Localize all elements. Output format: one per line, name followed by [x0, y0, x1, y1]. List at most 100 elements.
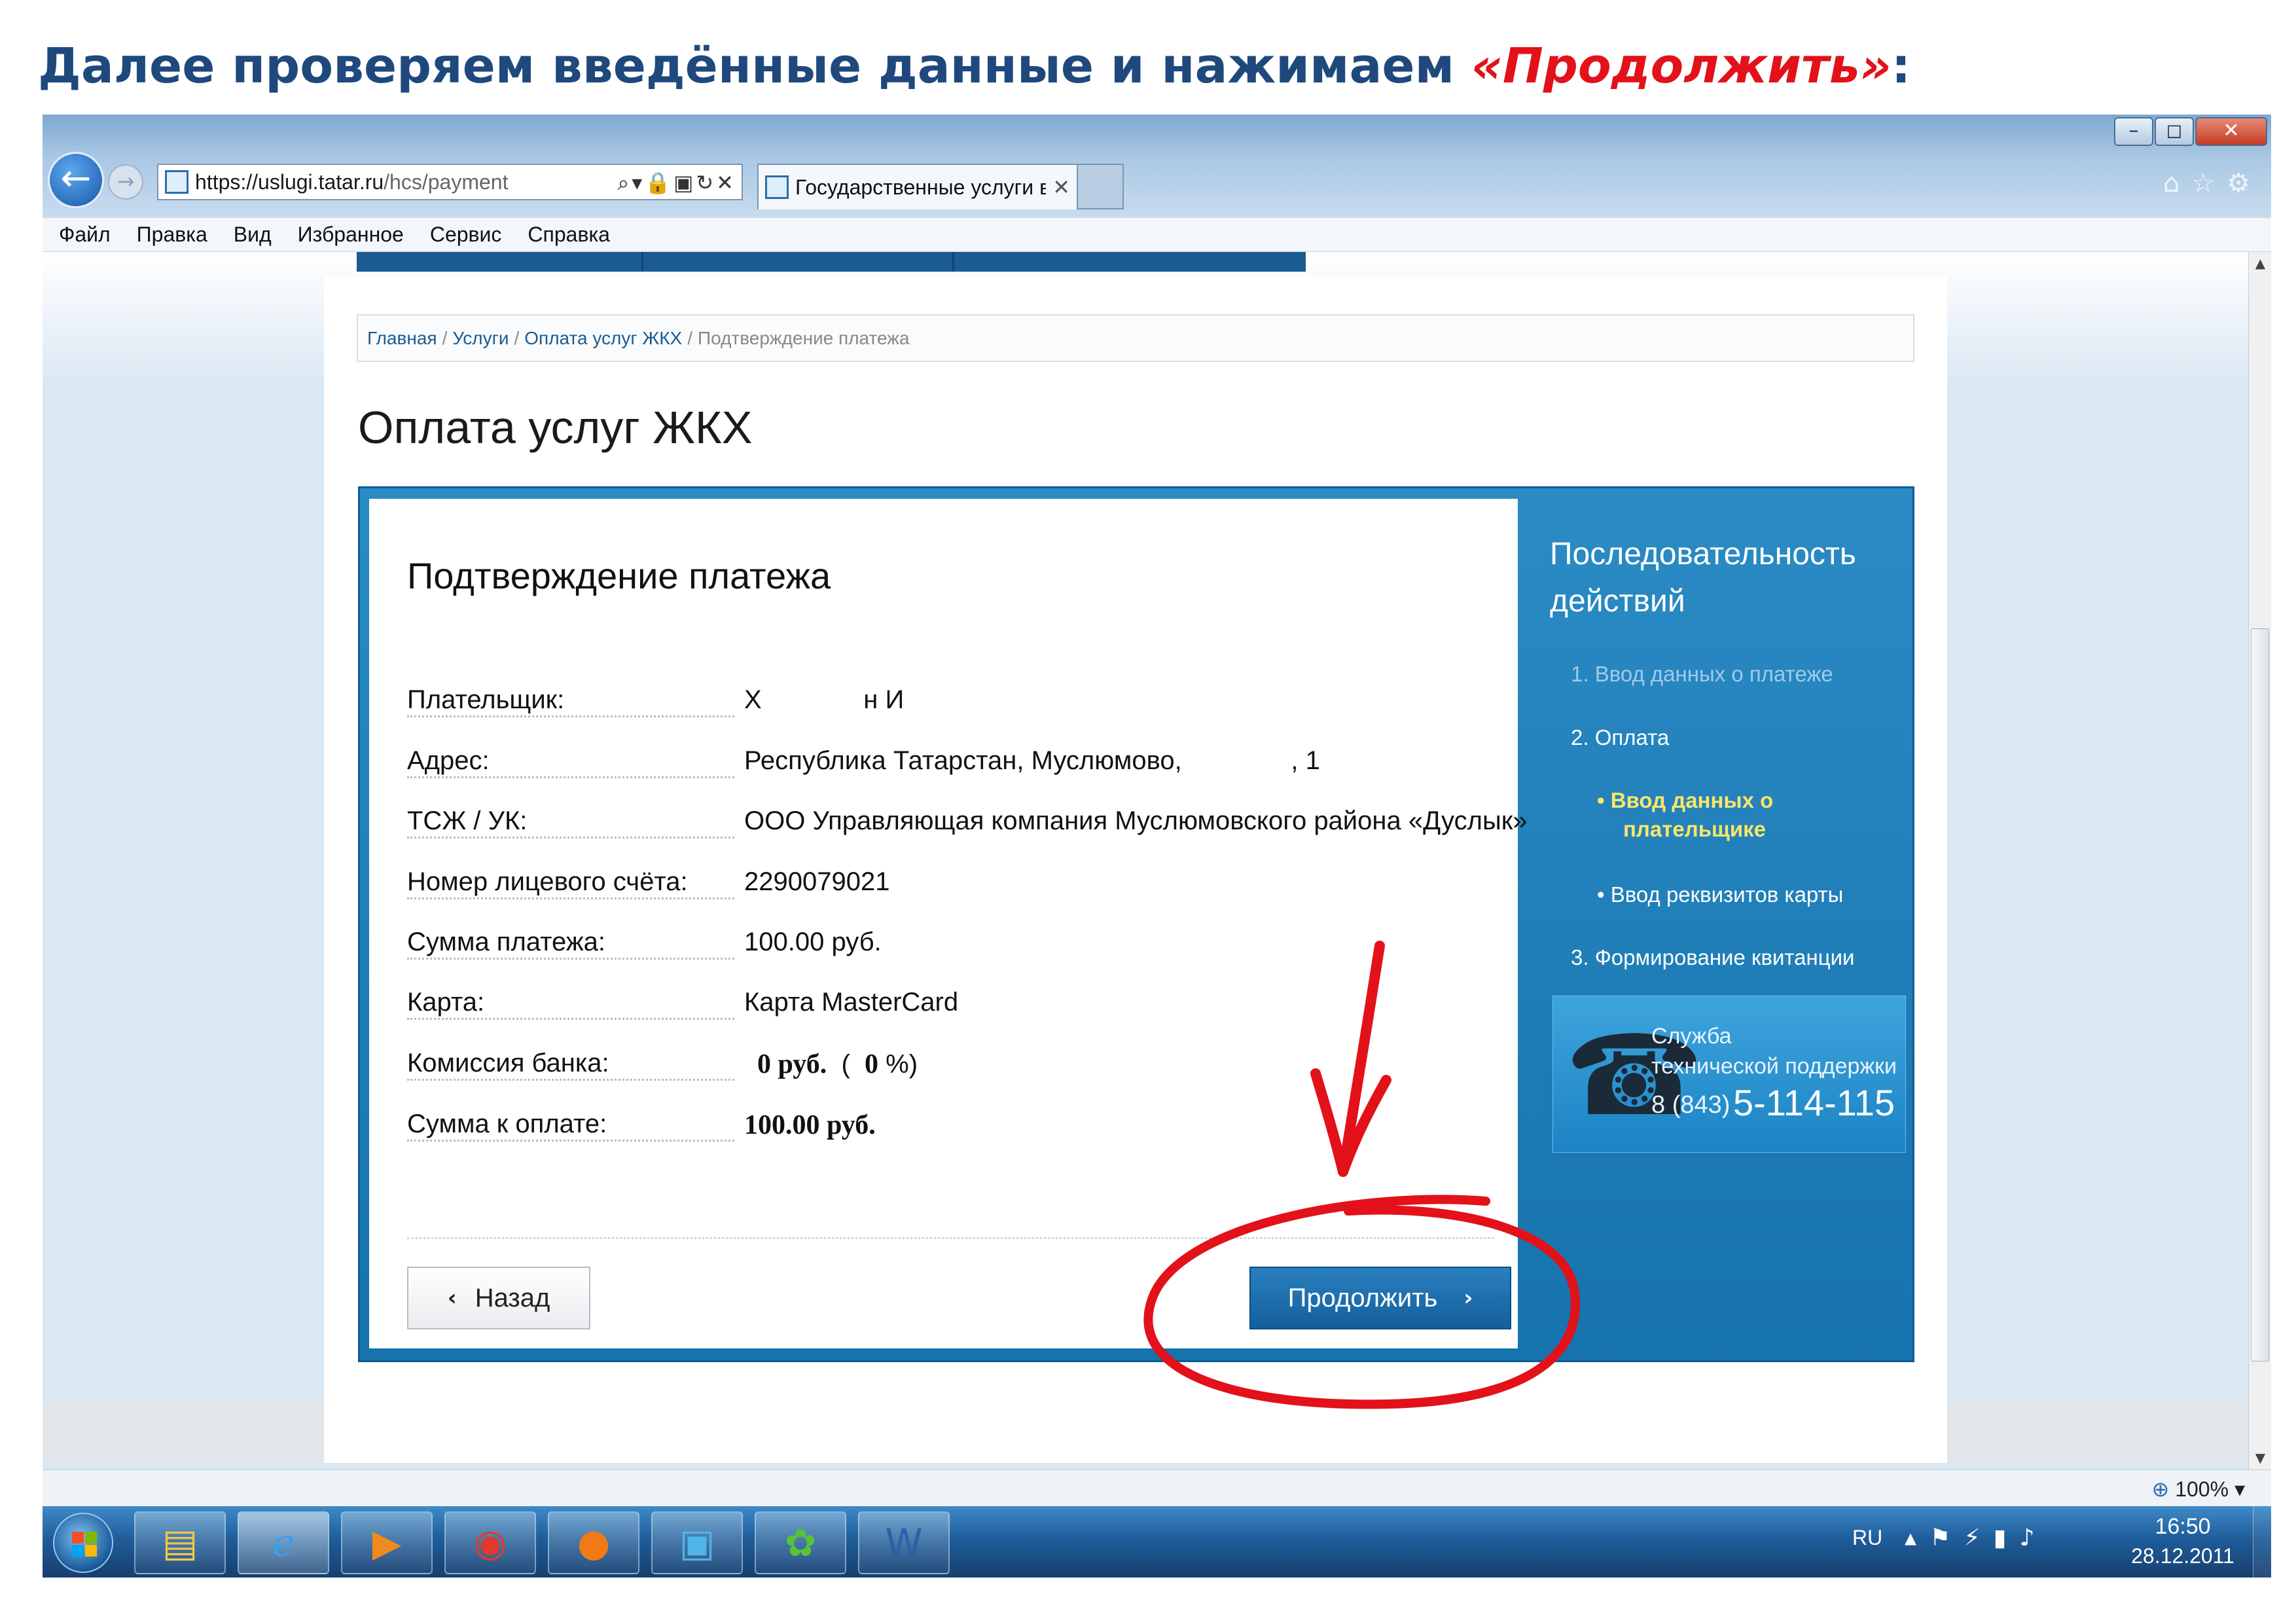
- close-window-button[interactable]: ✕: [2195, 117, 2267, 146]
- breadcrumb-home[interactable]: Главная: [367, 328, 437, 349]
- back-button-label: Назад: [475, 1283, 550, 1312]
- breadcrumb-services[interactable]: Услуги: [452, 328, 509, 349]
- remote-desktop-icon[interactable]: ▣: [651, 1511, 743, 1574]
- field-address: Адрес: Республика Татарстан, Муслюмово, …: [407, 746, 1487, 785]
- windows-taskbar: ▤ ℯ ▶ ◉ ● ▣ ✿ W RU ▴⚑⚡▮♪ 16:50 28.12.201…: [43, 1506, 2271, 1578]
- site-favicon-icon: [165, 170, 188, 194]
- show-hidden-icons-icon[interactable]: ▴: [1905, 1525, 1929, 1551]
- word-icon[interactable]: W: [858, 1511, 950, 1574]
- substep-payer-data: • Ввод данных о плательщике: [1597, 788, 1774, 841]
- zoom-dropdown-icon[interactable]: ▾: [2234, 1477, 2245, 1501]
- start-button[interactable]: [53, 1513, 113, 1573]
- clock-date[interactable]: 28.12.2011: [2121, 1544, 2245, 1568]
- field-value: 0 руб. ( 0 %): [757, 1049, 918, 1079]
- forward-arrow-icon[interactable]: →: [108, 164, 143, 200]
- tab-title: Государственные услуги в...: [795, 175, 1047, 199]
- menu-item-help[interactable]: Справка: [528, 223, 610, 247]
- payment-form-frame: Подтверждение платежа Плательщик: Х н И …: [358, 486, 1914, 1362]
- support-phone-code: 8 (843): [1651, 1091, 1731, 1119]
- home-icon[interactable]: ⌂: [2163, 168, 2191, 198]
- signal-icon[interactable]: ▮: [1994, 1525, 2020, 1551]
- commission-amount: 0 руб.: [757, 1049, 827, 1079]
- gear-icon[interactable]: ⚙: [2227, 168, 2262, 198]
- home-favorites-settings-icons[interactable]: ⌂☆⚙: [2163, 168, 2262, 198]
- browser-tab[interactable]: Государственные услуги в... ✕: [757, 164, 1078, 209]
- scroll-up-arrow-icon[interactable]: ▲: [2249, 252, 2271, 275]
- support-banner[interactable]: ☎ Служба технической поддержки 8 (843) 5…: [1552, 996, 1906, 1153]
- field-value: 100.00 руб.: [744, 1110, 876, 1141]
- steps-sidebar: Последовательность действий 1. Ввод данн…: [1532, 488, 1911, 1360]
- phone-handset-icon: ☎: [1565, 1011, 1704, 1141]
- vertical-scrollbar[interactable]: ▲ ▼: [2248, 252, 2271, 1470]
- step-payment-data: 1. Ввод данных о платеже: [1571, 662, 1833, 686]
- breadcrumb: Главная / Услуги / Оплата услуг ЖКХ / Подтв…: [357, 314, 1914, 362]
- continue-button[interactable]: Продолжить ›: [1249, 1267, 1511, 1329]
- field-label: Адрес:: [407, 746, 492, 776]
- field-value: 100.00 руб.: [744, 928, 882, 956]
- folder-icon[interactable]: ▤: [134, 1511, 226, 1574]
- url-prefix: https://: [195, 170, 259, 194]
- zoom-level: 100%: [2175, 1477, 2229, 1501]
- tray-icons[interactable]: ▴⚑⚡▮♪: [1905, 1525, 2047, 1551]
- power-icon[interactable]: ⚡: [1964, 1525, 1993, 1551]
- language-indicator[interactable]: RU: [1852, 1526, 1882, 1550]
- tab-close-icon[interactable]: ✕: [1052, 175, 1070, 200]
- firefox-icon[interactable]: ●: [548, 1511, 639, 1574]
- support-title: Служба: [1651, 1024, 1732, 1049]
- field-label: Комиссия банка:: [407, 1049, 612, 1078]
- field-payer: Плательщик: Х н И: [407, 685, 1487, 725]
- scroll-down-arrow-icon[interactable]: ▼: [2249, 1447, 2271, 1470]
- breadcrumb-utility-payment[interactable]: Оплата услуг ЖКХ: [524, 328, 682, 349]
- field-label: Плательщик:: [407, 685, 567, 715]
- step-payment: 2. Оплата: [1571, 725, 1670, 749]
- address-bar-icons[interactable]: ⌕▾🔒▣↻✕: [617, 170, 736, 196]
- field-label: Сумма платежа:: [407, 928, 608, 957]
- form-heading: Подтверждение платежа: [407, 555, 831, 596]
- field-value: ООО Управляющая компания Муслюмовского р…: [744, 806, 1528, 835]
- continue-button-label: Продолжить: [1287, 1283, 1438, 1312]
- new-tab-button[interactable]: [1078, 164, 1124, 209]
- menu-bar: Файл Правка Вид Избранное Сервис Справка: [43, 218, 2271, 252]
- flag-icon[interactable]: ⚑: [1929, 1525, 1964, 1551]
- field-label: ТСЖ / УК:: [407, 806, 530, 836]
- field-total: Сумма к оплате: 100.00 руб.: [407, 1110, 1487, 1149]
- back-arrow-icon[interactable]: ←: [48, 152, 104, 208]
- menu-item-edit[interactable]: Правка: [137, 223, 207, 247]
- address-bar[interactable]: https://uslugi.tatar.ru/hcs/payment ⌕▾🔒▣…: [157, 164, 743, 200]
- antivirus-icon[interactable]: ◉: [444, 1511, 536, 1574]
- field-label: Номер лицевого счёта:: [407, 867, 691, 897]
- site-nav-strip: [357, 252, 1306, 272]
- menu-item-file[interactable]: Файл: [59, 223, 111, 247]
- chevron-right-icon: ›: [1463, 1285, 1473, 1311]
- url-host: uslugi.tatar.ru: [258, 170, 384, 194]
- steps-title: Последовательность действий: [1550, 537, 1856, 619]
- scroll-thumb[interactable]: [2251, 628, 2269, 1362]
- address-url[interactable]: https://uslugi.tatar.ru/hcs/payment: [195, 170, 508, 194]
- media-player-icon[interactable]: ▶: [341, 1511, 433, 1574]
- field-label: Карта:: [407, 988, 488, 1017]
- maximize-button[interactable]: ◻: [2155, 117, 2194, 146]
- menu-item-view[interactable]: Вид: [234, 223, 272, 247]
- clock-time[interactable]: 16:50: [2134, 1514, 2232, 1540]
- menu-item-favorites[interactable]: Избранное: [298, 223, 404, 247]
- slide-title-end: :: [1891, 38, 1911, 94]
- form-divider: [407, 1237, 1494, 1239]
- menu-item-tools[interactable]: Сервис: [430, 223, 502, 247]
- back-button[interactable]: ‹ Назад: [407, 1267, 590, 1329]
- internet-explorer-icon[interactable]: ℯ: [238, 1511, 329, 1574]
- field-bank-commission: Комиссия банка: 0 руб. ( 0 %): [407, 1049, 1487, 1088]
- star-icon[interactable]: ☆: [2191, 168, 2227, 198]
- browser-chrome: – ◻ ✕ ← → https://uslugi.tatar.ru/hcs/pa…: [43, 115, 2271, 218]
- payment-confirmation-card: Подтверждение платежа Плательщик: Х н И …: [369, 499, 1527, 1348]
- field-value: 2290079021: [744, 867, 890, 896]
- field-card: Карта: Карта MasterCard: [407, 988, 1487, 1027]
- url-path: /hcs/payment: [384, 170, 509, 194]
- volume-icon[interactable]: ♪: [2019, 1525, 2047, 1551]
- minimize-button[interactable]: –: [2114, 117, 2153, 146]
- slide-title-accent: «Продолжить»: [1471, 38, 1892, 94]
- field-value: Республика Татарстан, Муслюмово, , 1: [744, 746, 1320, 775]
- icq-icon[interactable]: ✿: [755, 1511, 846, 1574]
- zoom-control[interactable]: ⊕ 100% ▾: [2152, 1477, 2246, 1502]
- show-desktop-button[interactable]: [2253, 1506, 2271, 1578]
- field-value: Карта MasterCard: [744, 988, 959, 1017]
